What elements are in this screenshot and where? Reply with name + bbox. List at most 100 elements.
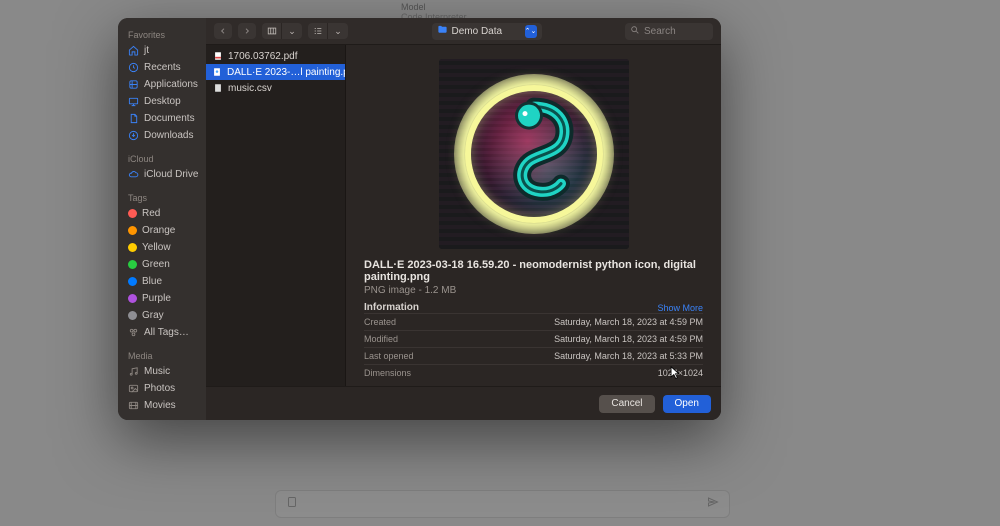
sidebar-item-label: Downloads — [144, 130, 193, 141]
open-file-dialog: Favorites jt Recents Applications Deskto… — [118, 18, 721, 420]
sidebar-item-downloads[interactable]: Downloads — [118, 127, 206, 144]
sidebar-item-documents[interactable]: Documents — [118, 110, 206, 127]
sidebar-item-label: Blue — [142, 276, 162, 287]
file-name: music.csv — [228, 83, 272, 94]
sidebar-item-desktop[interactable]: Desktop — [118, 93, 206, 110]
app-icon — [128, 79, 139, 90]
sidebar-item-label: Purple — [142, 293, 171, 304]
info-key: Modified — [364, 334, 398, 344]
sidebar-item-label: Red — [142, 208, 160, 219]
python-snake-icon — [479, 92, 589, 212]
sidebar-header-icloud: iCloud — [118, 150, 206, 166]
dialog-footer: Cancel Open — [206, 386, 721, 420]
desktop-icon — [128, 96, 139, 107]
sidebar: Favorites jt Recents Applications Deskto… — [118, 18, 206, 420]
sidebar-item-icloud-drive[interactable]: iCloud Drive — [118, 166, 206, 183]
search-input[interactable]: Search — [625, 23, 713, 40]
info-key: Created — [364, 317, 396, 327]
folder-name: Demo Data — [452, 26, 503, 37]
image-file-icon — [212, 66, 222, 78]
sidebar-item-label: iCloud Drive — [144, 169, 198, 180]
sidebar-all-tags[interactable]: All Tags… — [118, 324, 206, 341]
chevron-right-icon — [243, 27, 251, 35]
open-button-label: Open — [675, 398, 699, 409]
sidebar-item-label: Movies — [144, 400, 176, 411]
nav-forward-button[interactable] — [238, 23, 256, 39]
info-value: Saturday, March 18, 2023 at 4:59 PM — [554, 334, 703, 344]
view-columns-icon[interactable] — [262, 23, 282, 39]
sidebar-item-label: Gray — [142, 310, 164, 321]
sidebar-header-tags: Tags — [118, 189, 206, 205]
home-icon — [128, 45, 139, 56]
show-more-link[interactable]: Show More — [657, 303, 703, 313]
file-row[interactable]: 1706.03762.pdf — [206, 48, 345, 64]
clock-icon — [128, 62, 139, 73]
cancel-button[interactable]: Cancel — [599, 395, 654, 413]
chevron-down-icon[interactable]: ⌄ — [328, 23, 348, 39]
preview-pane: DALL·E 2023-03-18 16.59.20 - neomodernis… — [346, 45, 721, 386]
sidebar-header-favorites: Favorites — [118, 26, 206, 42]
sidebar-item-music[interactable]: Music — [118, 363, 206, 380]
dropdown-chevron-icon: ⌃⌄ — [525, 25, 537, 38]
info-row: Dimensions1024×1024 — [364, 364, 703, 381]
sidebar-tag-gray[interactable]: Gray — [118, 307, 206, 324]
tag-dot-blue — [128, 277, 137, 286]
content-area: 1706.03762.pdf DALL·E 2023-…l painting.p… — [206, 45, 721, 386]
info-value: 1024×1024 — [658, 368, 703, 378]
doc-icon — [128, 113, 139, 124]
chevron-left-icon — [219, 27, 227, 35]
nav-back-button[interactable] — [214, 23, 232, 39]
sidebar-item-label: Recents — [144, 62, 181, 73]
main-panel: ⌄ ⌄ Demo Data ⌃⌄ Search — [206, 18, 721, 420]
info-header: Information — [364, 302, 419, 313]
sidebar-item-label: Green — [142, 259, 170, 270]
file-row[interactable]: DALL·E 2023-…l painting.png — [206, 64, 345, 80]
sidebar-item-label: jt — [144, 45, 149, 56]
sidebar-item-label: Music — [144, 366, 170, 377]
sidebar-item-jt[interactable]: jt — [118, 42, 206, 59]
group-mode-segmented[interactable]: ⌄ — [308, 23, 348, 39]
preview-subtitle: PNG image - 1.2 MB — [364, 285, 703, 296]
sidebar-item-label: Photos — [144, 383, 175, 394]
open-button[interactable]: Open — [663, 395, 711, 413]
sidebar-tag-purple[interactable]: Purple — [118, 290, 206, 307]
sidebar-tag-yellow[interactable]: Yellow — [118, 239, 206, 256]
photo-icon — [128, 383, 139, 394]
music-icon — [128, 366, 139, 377]
tag-dot-gray — [128, 311, 137, 320]
tag-dot-orange — [128, 226, 137, 235]
generic-file-icon — [212, 82, 223, 94]
folder-dropdown[interactable]: Demo Data ⌃⌄ — [432, 23, 542, 40]
cloud-icon — [128, 169, 139, 180]
download-icon — [128, 130, 139, 141]
file-row[interactable]: music.csv — [206, 80, 345, 96]
pdf-file-icon — [212, 50, 223, 62]
tag-dot-yellow — [128, 243, 137, 252]
sidebar-item-photos[interactable]: Photos — [118, 380, 206, 397]
view-mode-segmented[interactable]: ⌄ — [262, 23, 302, 39]
info-row: Modified Saturday, March 18, 2023 at 4:59… — [364, 330, 703, 347]
sidebar-tag-red[interactable]: Red — [118, 205, 206, 222]
sidebar-tag-blue[interactable]: Blue — [118, 273, 206, 290]
chevron-down-icon[interactable]: ⌄ — [282, 23, 302, 39]
sidebar-item-movies[interactable]: Movies — [118, 397, 206, 414]
cancel-button-label: Cancel — [611, 398, 642, 409]
file-list[interactable]: 1706.03762.pdf DALL·E 2023-…l painting.p… — [206, 45, 346, 386]
sidebar-tag-green[interactable]: Green — [118, 256, 206, 273]
preview-filename: DALL·E 2023-03-18 16.59.20 - neomodernis… — [364, 259, 703, 283]
sidebar-item-label: Documents — [144, 113, 195, 124]
sidebar-item-label: Orange — [142, 225, 175, 236]
sidebar-item-label: Applications — [144, 79, 198, 90]
toolbar: ⌄ ⌄ Demo Data ⌃⌄ Search — [206, 18, 721, 45]
sidebar-item-applications[interactable]: Applications — [118, 76, 206, 93]
folder-icon — [437, 24, 448, 38]
file-name: 1706.03762.pdf — [228, 51, 298, 62]
view-list-icon[interactable] — [308, 23, 328, 39]
tag-dot-green — [128, 260, 137, 269]
sidebar-item-recents[interactable]: Recents — [118, 59, 206, 76]
sidebar-header-media: Media — [118, 347, 206, 363]
info-value: Saturday, March 18, 2023 at 4:59 PM — [554, 317, 703, 327]
sidebar-tag-orange[interactable]: Orange — [118, 222, 206, 239]
sidebar-item-label: Yellow — [142, 242, 171, 253]
info-value: Saturday, March 18, 2023 at 5:33 PM — [554, 351, 703, 361]
